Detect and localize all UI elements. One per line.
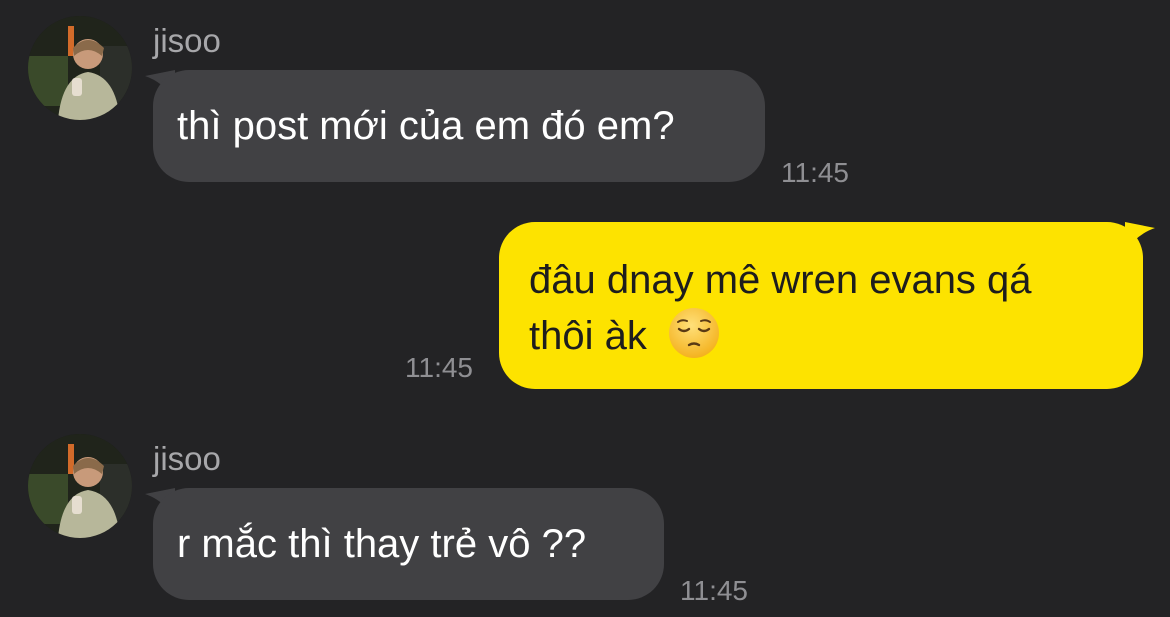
message-text-line: thôi àk [529, 314, 647, 358]
message-bubble[interactable]: r mắc thì thay trẻ vô ?? [153, 488, 664, 600]
message-text: thì post mới của em đó em? [177, 104, 675, 148]
message-timestamp: 11:45 [781, 157, 849, 188]
sender-name: jisoo [153, 22, 221, 59]
avatar[interactable] [28, 16, 132, 120]
message-bubble-outgoing[interactable]: đâu dnay mê wren evans qá thôi àk [499, 222, 1143, 389]
message-timestamp: 11:45 [405, 352, 473, 383]
message-text-line: thôi àk [529, 307, 1113, 363]
message-bubble[interactable]: thì post mới của em đó em? [153, 70, 765, 182]
message-timestamp: 11:45 [680, 575, 748, 606]
chat-screen: { "conversation": { "messages": [ {"send… [0, 0, 1170, 617]
pensive-face-icon [668, 308, 719, 358]
sender-name: jisoo [153, 440, 221, 477]
message-text: r mắc thì thay trẻ vô ?? [177, 522, 587, 566]
avatar[interactable] [28, 434, 132, 538]
message-text-line: đâu dnay mê wren evans qá [529, 258, 1032, 302]
